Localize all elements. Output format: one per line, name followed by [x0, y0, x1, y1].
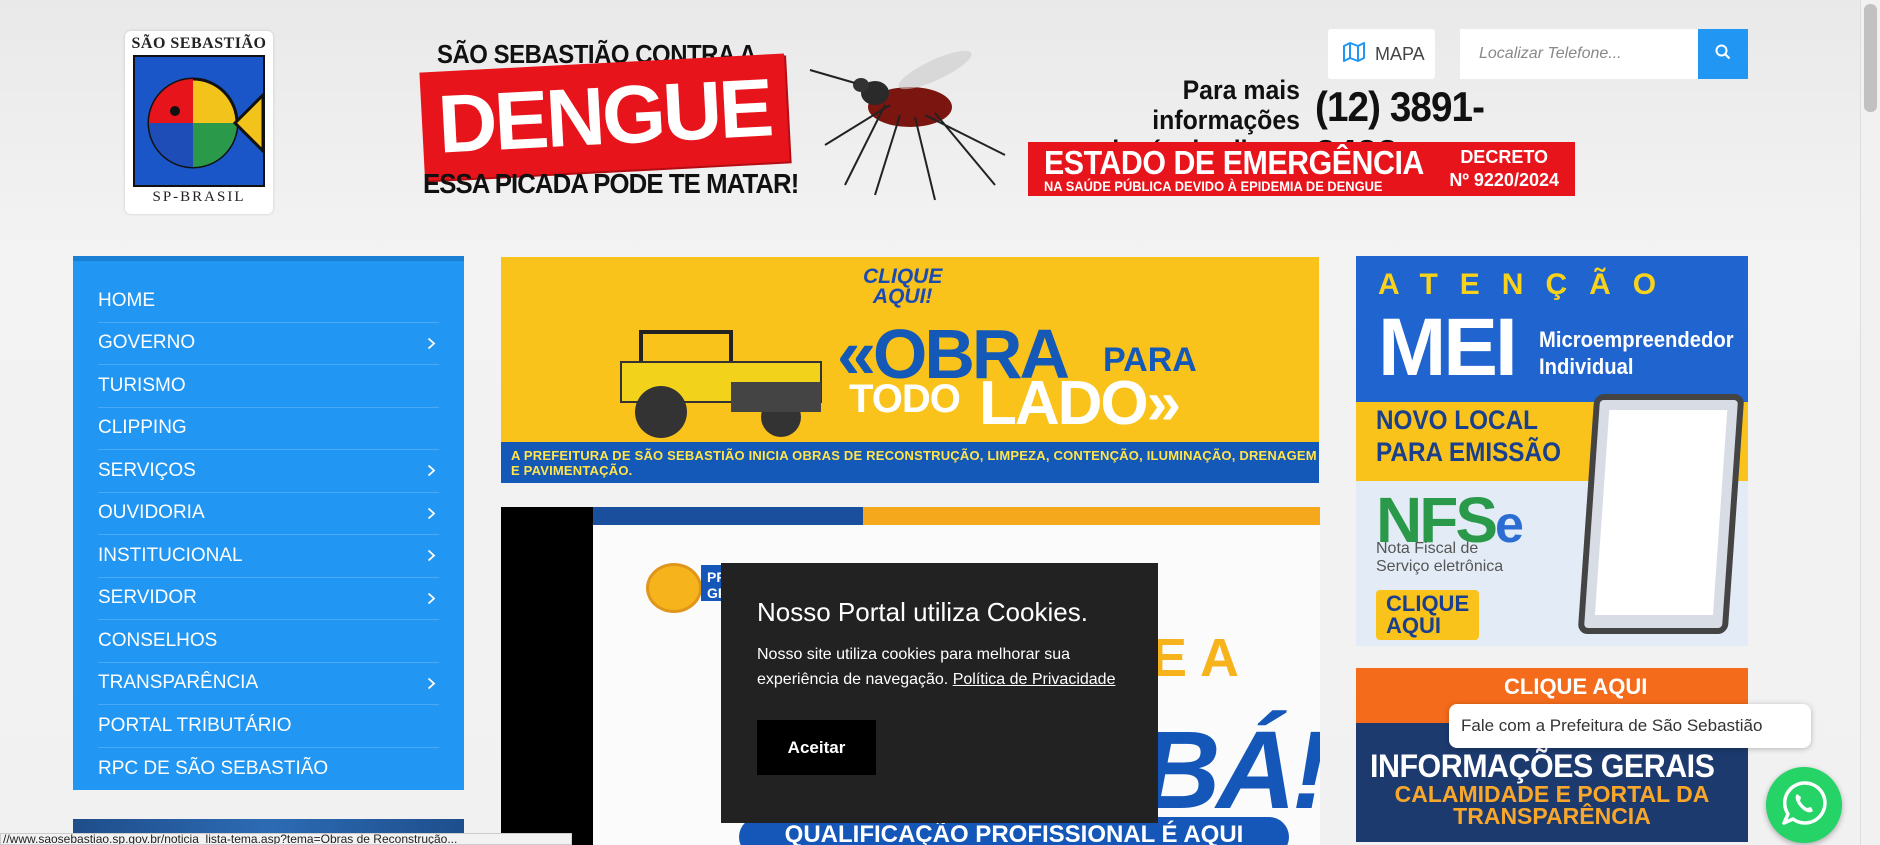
- phone-search-box: [1460, 29, 1699, 79]
- cookie-text: Nosso site utiliza cookies para melhorar…: [757, 642, 1122, 692]
- sidebar-item-transparencia[interactable]: TRANSPARÊNCIA: [98, 663, 439, 705]
- info-sub-line-1: CALAMIDADE E PORTAL DA: [1394, 781, 1710, 807]
- chevron-right-icon: [423, 675, 439, 691]
- scrollbar-thumb[interactable]: [1864, 4, 1877, 112]
- search-button[interactable]: [1698, 29, 1748, 79]
- whatsapp-button[interactable]: [1766, 767, 1842, 843]
- sidebar-item-label: SERVIDOR: [98, 587, 197, 609]
- cookie-consent-dialog: Nosso Portal utiliza Cookies. Nosso site…: [721, 563, 1158, 823]
- sidebar-item-label: RPC DE SÃO SEBASTIÃO: [98, 757, 329, 779]
- sidebar-item-label: SERVIÇOS: [98, 459, 196, 481]
- sidebar-item-portal-tributario[interactable]: PORTAL TRIBUTÁRIO: [98, 705, 439, 748]
- sidebar-nav: HOME GOVERNO TURISMO CLIPPING SERVIÇOS OUVIDO…: [73, 256, 464, 790]
- logo-bottom-text: SP-BRASIL: [152, 189, 246, 205]
- sidebar-item-label: PORTAL TRIBUTÁRIO: [98, 714, 292, 736]
- chevron-right-icon: [423, 505, 439, 521]
- mei-nota-line-2: Serviço eletrônica: [1376, 558, 1504, 575]
- mei-novo-local: NOVO LOCAL PARA EMISSÃO: [1376, 404, 1561, 468]
- video-black-bar: [501, 507, 593, 845]
- emergency-title: ESTADO DE EMERGÊNCIA: [1044, 144, 1424, 181]
- program-logo: [646, 563, 702, 613]
- paving-machine-image: [620, 330, 822, 438]
- mei-novo-line-2: PARA EMISSÃO: [1376, 437, 1561, 467]
- sidebar-item-label: TURISMO: [98, 374, 186, 396]
- decreto-text: DECRETO Nº 9220/2024: [1449, 146, 1559, 192]
- dengue-subtitle: ESSA PICADA PODE TE MATAR!: [423, 168, 799, 199]
- banner-stripe-blue: [593, 507, 863, 525]
- mei-nota-text: Nota Fiscal de Serviço eletrônica: [1376, 540, 1503, 576]
- sidebar-item-label: CONSELHOS: [98, 629, 218, 651]
- privacy-policy-link[interactable]: Política de Privacidade: [953, 671, 1116, 688]
- mei-clique-aqui: CLIQUE AQUI: [1376, 590, 1480, 640]
- mei-clique-line-1: CLIQUE: [1386, 591, 1470, 616]
- sidebar-item-label: HOME: [98, 289, 155, 311]
- phone-search-input[interactable]: [1479, 45, 1679, 63]
- map-button[interactable]: MAPA: [1328, 29, 1435, 79]
- city-logo[interactable]: SÃO SEBASTIÃO SP-BRASIL: [125, 31, 273, 214]
- todo-word: TODO: [849, 377, 961, 421]
- emergency-subtitle: NA SAÚDE PÚBLICA DEVIDO À EPIDEMIA DE DE…: [1044, 178, 1383, 194]
- logo-fish-emblem: [133, 55, 265, 187]
- obra-click-line-2: AQUI!: [872, 285, 933, 308]
- mei-micro-line-2: Individual: [1539, 354, 1634, 379]
- info-line-1: Para mais informações: [1152, 75, 1300, 135]
- chevron-right-icon: [423, 590, 439, 606]
- sidebar-item-home[interactable]: HOME: [98, 280, 439, 323]
- sidebar-item-turismo[interactable]: TURISMO: [98, 365, 439, 408]
- mei-title: MEI: [1378, 302, 1518, 393]
- info-subtitle: CALAMIDADE E PORTAL DA TRANSPARÊNCIA: [1356, 781, 1748, 829]
- sidebar-item-rpc-de-sao-sebastiao[interactable]: RPC DE SÃO SEBASTIÃO: [98, 748, 439, 791]
- mei-nota-line-1: Nota Fiscal de: [1376, 540, 1479, 557]
- sidebar-item-ouvidoria[interactable]: OUVIDORIA: [98, 493, 439, 535]
- sidebar-item-label: INSTITUCIONAL: [98, 544, 243, 566]
- laptop-image: [1577, 394, 1745, 634]
- map-button-label: MAPA: [1375, 43, 1425, 64]
- informacoes-gerais-banner[interactable]: CLIQUE AQUI INFORMAÇÕES GERAIS CALAMIDAD…: [1356, 668, 1748, 842]
- mei-clique-line-2: AQUI: [1386, 613, 1441, 638]
- mei-atencao: ATENÇÃO: [1378, 268, 1679, 301]
- sidebar-item-servidor[interactable]: SERVIDOR: [98, 578, 439, 620]
- sidebar-item-servicos[interactable]: SERVIÇOS: [98, 450, 439, 493]
- decreto-line-2: Nº 9220/2024: [1449, 170, 1559, 190]
- sidebar-item-label: TRANSPARÊNCIA: [98, 672, 259, 694]
- sidebar-item-label: OUVIDORIA: [98, 502, 205, 524]
- sidebar-item-institucional[interactable]: INSTITUCIONAL: [98, 535, 439, 578]
- info-click-text: CLIQUE AQUI: [1504, 674, 1648, 699]
- sidebar-item-label: CLIPPING: [98, 417, 187, 439]
- sidebar-item-governo[interactable]: GOVERNO: [98, 323, 439, 365]
- mosquito-image: [809, 50, 1006, 201]
- mei-novo-line-1: NOVO LOCAL: [1376, 405, 1538, 435]
- info-sub-line-2: TRANSPARÊNCIA: [1453, 803, 1651, 829]
- search-icon: [1715, 44, 1731, 65]
- mei-banner[interactable]: ATENÇÃO MEI Microempreendedor Individual…: [1356, 256, 1748, 646]
- page-scrollbar[interactable]: [1860, 0, 1880, 845]
- obra-footer-text: A PREFEITURA DE SÃO SEBASTIÃO INICIA OBR…: [501, 442, 1319, 483]
- dengue-title: DENGUE: [419, 53, 790, 181]
- qualificacao-ea: E A: [1151, 628, 1240, 688]
- mei-micro-line-1: Microempreendedor: [1539, 327, 1734, 352]
- obra-click-line-1: CLIQUE: [863, 265, 943, 288]
- browser-status-bar: //www.saosebastiao.sp.gov.br/noticia_lis…: [0, 833, 572, 845]
- obra-para-todo-lado-banner[interactable]: CLIQUE AQUI! «OBRA PARA TODO LADO» A PRE…: [501, 257, 1319, 483]
- lado-word: LADO»: [979, 369, 1181, 438]
- sidebar-item-clipping[interactable]: CLIPPING: [98, 408, 439, 450]
- sidebar-item-label: GOVERNO: [98, 332, 196, 354]
- accept-cookies-button[interactable]: Aceitar: [757, 720, 876, 775]
- info-title: INFORMAÇÕES GERAIS: [1370, 748, 1715, 784]
- qualificacao-ba: BÁ!: [1141, 709, 1320, 832]
- obra-click-text: CLIQUE AQUI!: [863, 265, 943, 308]
- chevron-right-icon: [423, 463, 439, 479]
- emergency-box: ESTADO DE EMERGÊNCIA NA SAÚDE PÚBLICA DE…: [1028, 142, 1575, 196]
- logo-top-text: SÃO SEBASTIÃO: [131, 35, 267, 52]
- sidebar-item-conselhos[interactable]: CONSELHOS: [98, 620, 439, 663]
- cookie-title: Nosso Portal utiliza Cookies.: [757, 597, 1088, 627]
- whatsapp-icon: [1779, 778, 1829, 833]
- decreto-line-1: DECRETO: [1460, 147, 1548, 167]
- chevron-right-icon: [423, 548, 439, 564]
- mei-micro-text: Microempreendedor Individual: [1539, 326, 1734, 380]
- chevron-right-icon: [423, 335, 439, 351]
- whatsapp-chat-bubble[interactable]: Fale com a Prefeitura de São Sebastião: [1449, 704, 1811, 748]
- map-icon: [1343, 41, 1365, 67]
